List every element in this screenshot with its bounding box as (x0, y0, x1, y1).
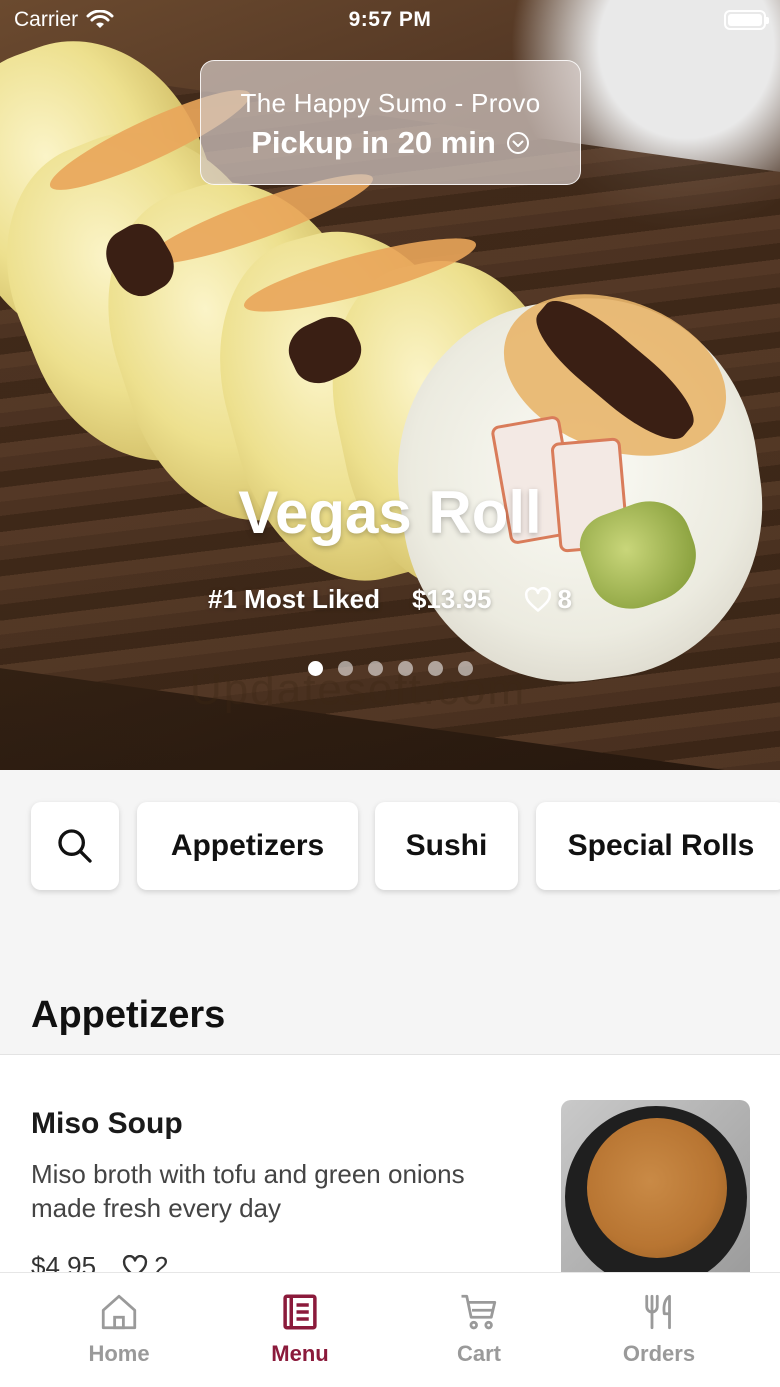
carousel-dot[interactable] (367, 661, 383, 676)
search-icon (58, 829, 92, 863)
featured-likes-count: 8 (557, 584, 572, 614)
cart-icon (461, 1294, 497, 1330)
tab-orders-label: Orders (622, 1341, 696, 1366)
featured-item-title: Vegas Roll (238, 479, 542, 546)
battery-icon (724, 10, 769, 30)
category-chip-appetizers[interactable]: Appetizers (137, 802, 358, 890)
carousel-dot[interactable] (397, 661, 413, 676)
chevron-down-circle-icon (506, 132, 529, 154)
pickup-time: Pickup in 20 min (251, 125, 496, 160)
category-bar: Appetizers Sushi Special Rolls (0, 802, 780, 892)
store-name: The Happy Sumo - Provo (240, 88, 541, 118)
tab-cart[interactable]: Cart (409, 1291, 549, 1367)
carousel-dot[interactable] (337, 661, 353, 676)
tab-home[interactable]: Home (49, 1291, 189, 1367)
tab-home-label: Home (88, 1341, 150, 1366)
featured-item-meta: #1 Most Liked $13.95 8 (0, 584, 780, 615)
tab-orders[interactable]: Orders (589, 1291, 729, 1367)
bottom-tab-bar: Home Menu Cart Orders (0, 1272, 780, 1387)
carousel-dot[interactable] (457, 661, 473, 676)
pickup-location-selector[interactable]: The Happy Sumo - Provo Pickup in 20 min (200, 60, 581, 185)
carousel-page-indicator[interactable] (0, 661, 780, 676)
featured-likes[interactable]: 8 (524, 584, 572, 615)
carousel-dot[interactable] (427, 661, 443, 676)
search-button[interactable] (31, 802, 119, 890)
heart-icon (524, 586, 551, 612)
status-bar: Carrier 9:57 PM (0, 0, 780, 40)
category-chip-special-rolls[interactable]: Special Rolls (536, 802, 780, 890)
menu-icon (283, 1294, 317, 1330)
home-icon (101, 1294, 137, 1330)
menu-item-name: Miso Soup (31, 1107, 183, 1140)
tab-menu-label: Menu (271, 1341, 329, 1366)
tab-cart-label: Cart (456, 1341, 501, 1366)
section-title: Appetizers (31, 994, 226, 1036)
menu-item-description: Miso broth with tofu and green onions ma… (31, 1159, 465, 1223)
menu-item-card[interactable]: Miso Soup Miso broth with tofu and green… (0, 1055, 780, 1290)
utensils-icon (645, 1294, 671, 1330)
carousel-dot[interactable] (307, 661, 323, 676)
category-chip-sushi[interactable]: Sushi (375, 802, 518, 890)
featured-hero[interactable]: Updatesoft.com Carrier 9:57 PM The Happy… (0, 0, 780, 770)
tab-menu[interactable]: Menu (230, 1291, 370, 1367)
clock: 9:57 PM (348, 8, 432, 31)
featured-rank: #1 Most Liked (208, 584, 380, 614)
menu-item-image (561, 1100, 750, 1290)
featured-price: $13.95 (411, 584, 492, 614)
